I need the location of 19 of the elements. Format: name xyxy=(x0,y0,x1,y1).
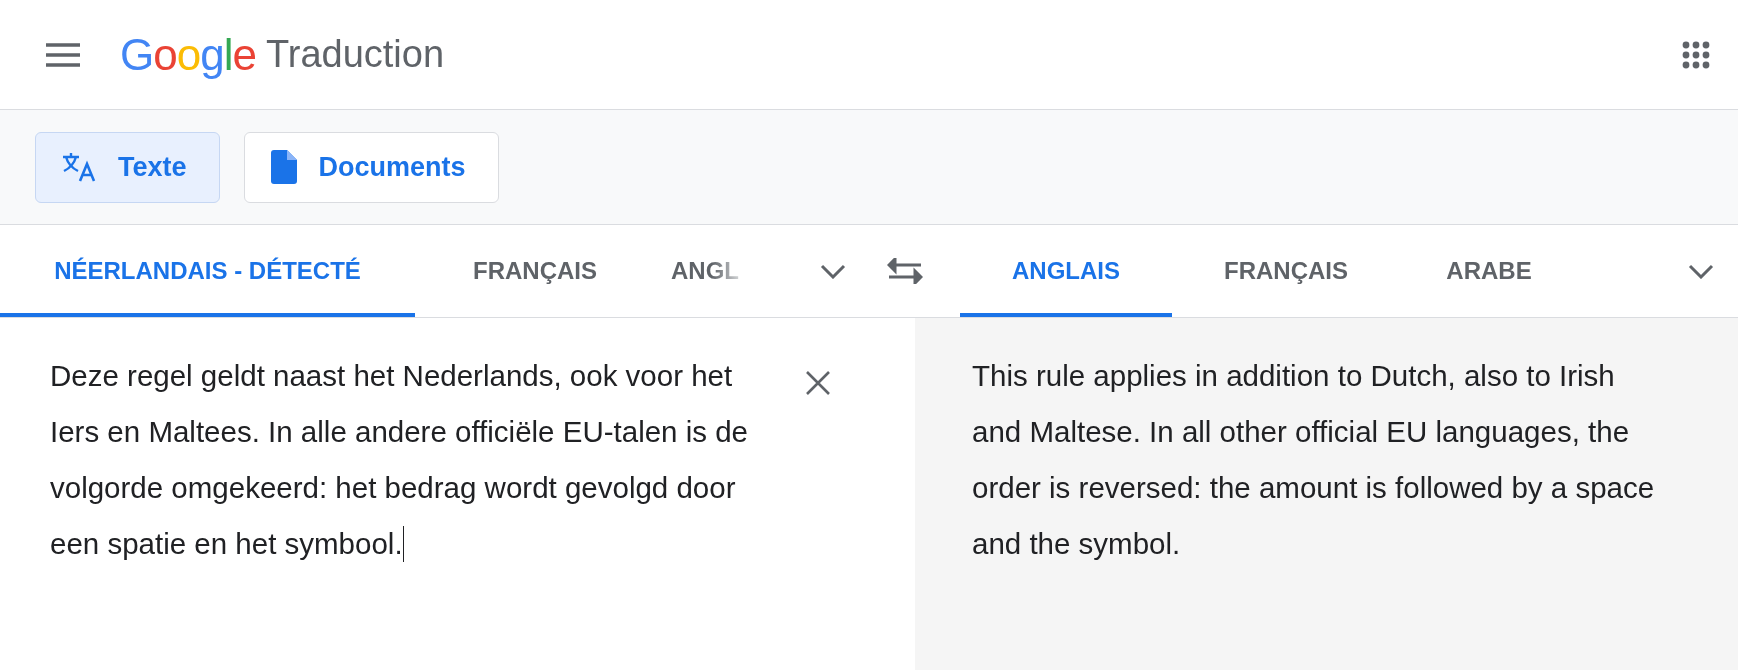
language-tab[interactable]: NÉERLANDAIS - DÉTECTÉ xyxy=(0,225,415,317)
logo[interactable]: Google xyxy=(120,29,256,80)
chevron-down-icon[interactable] xyxy=(1688,263,1714,279)
mode-tab[interactable]: Documents xyxy=(243,131,499,203)
menu-icon[interactable] xyxy=(46,42,80,67)
language-tab[interactable]: ANGL xyxy=(655,225,795,317)
apps-grid-icon[interactable] xyxy=(1682,40,1710,69)
document-icon xyxy=(270,150,297,184)
mode-tab[interactable]: Texte xyxy=(35,131,220,203)
translate-icon xyxy=(62,152,96,182)
close-icon[interactable] xyxy=(805,370,831,396)
source-text-field[interactable]: Deze regel geldt naast het Nederlands, ook voor het Iers en Maltees. In alle andere officiële EU-talen is de volgorde omgekeerd: het bedrag wordt gevolgd door een spatie en het symbool. xyxy=(50,348,765,670)
translation-text: This rule applies in addition to Dutch, also to Irish and Maltese. In all other official EU languages, the order is reversed: the amount is followed by a space and the symbol. xyxy=(972,358,1656,562)
product-name: Traduction xyxy=(265,33,445,76)
chevron-down-icon[interactable] xyxy=(819,263,846,279)
swap-icon[interactable] xyxy=(887,258,923,284)
language-tab[interactable]: FRANÇAIS xyxy=(415,225,655,317)
language-tab[interactable]: FRANÇAIS xyxy=(1172,225,1400,317)
language-tab[interactable]: ARABE xyxy=(1400,225,1578,317)
